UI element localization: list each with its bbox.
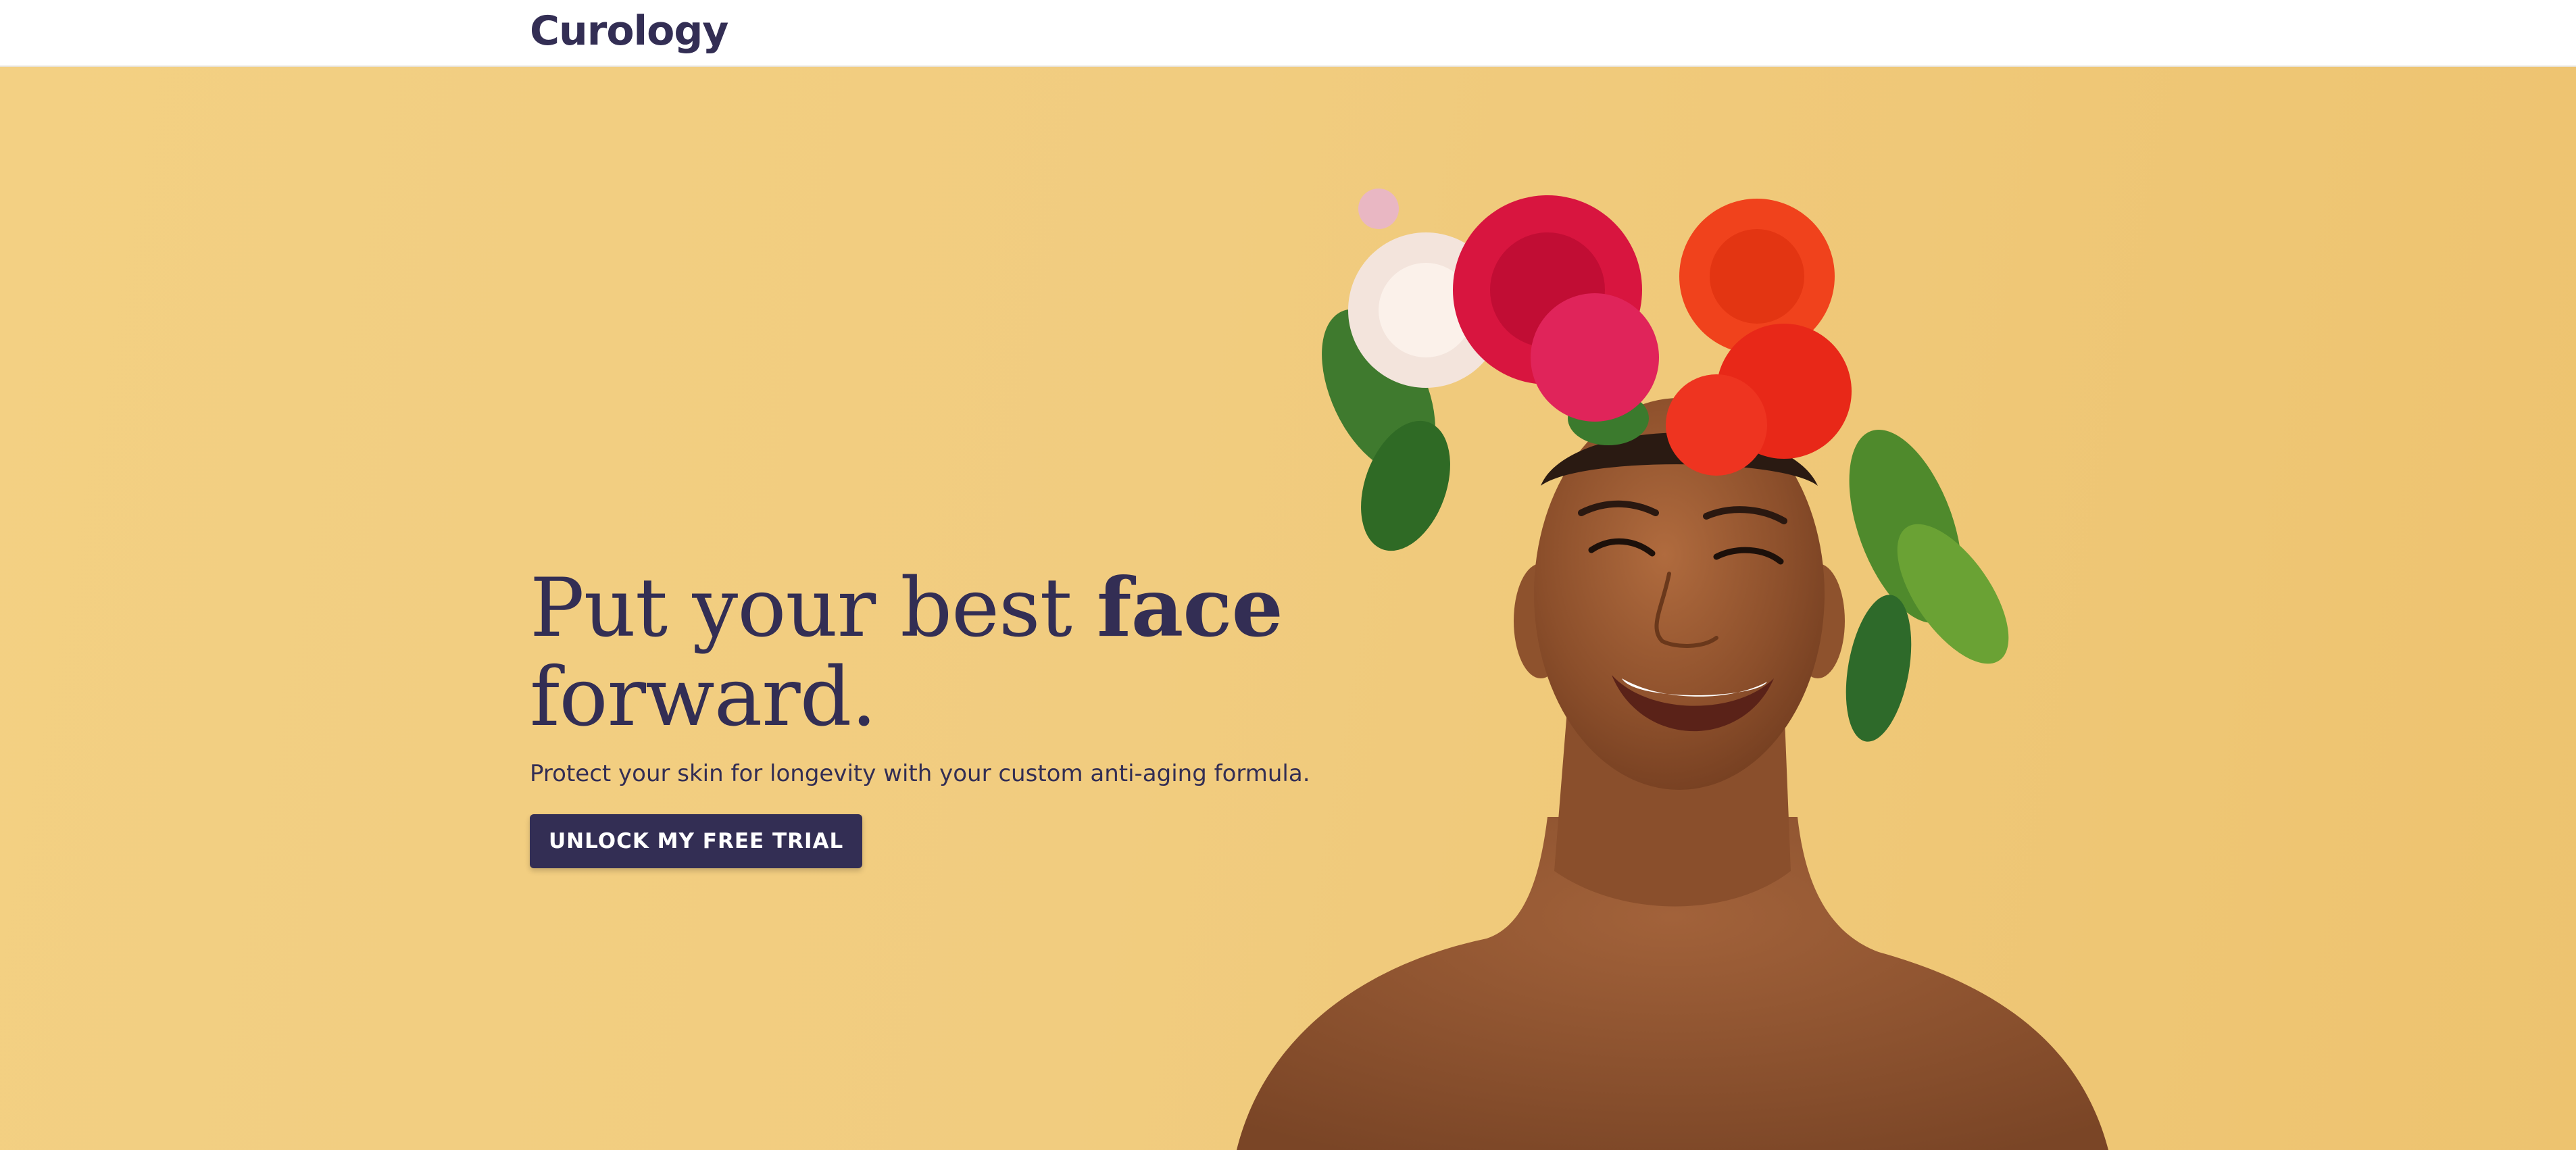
headline-line-2: forward.	[530, 651, 877, 745]
curology-logo[interactable]: Curology	[530, 4, 728, 58]
hero-section: Put your best face forward. Protect your …	[0, 67, 2576, 1150]
hero-image-smiling-woman-flower-crown	[1203, 107, 2284, 1150]
unlock-free-trial-button[interactable]: UNLOCK MY FREE TRIAL	[530, 814, 863, 868]
page: Curology Put your best face forward. Prot…	[0, 0, 2576, 1150]
headline-regular: Put your best	[530, 561, 1097, 655]
top-navigation: Curology	[0, 0, 2576, 67]
